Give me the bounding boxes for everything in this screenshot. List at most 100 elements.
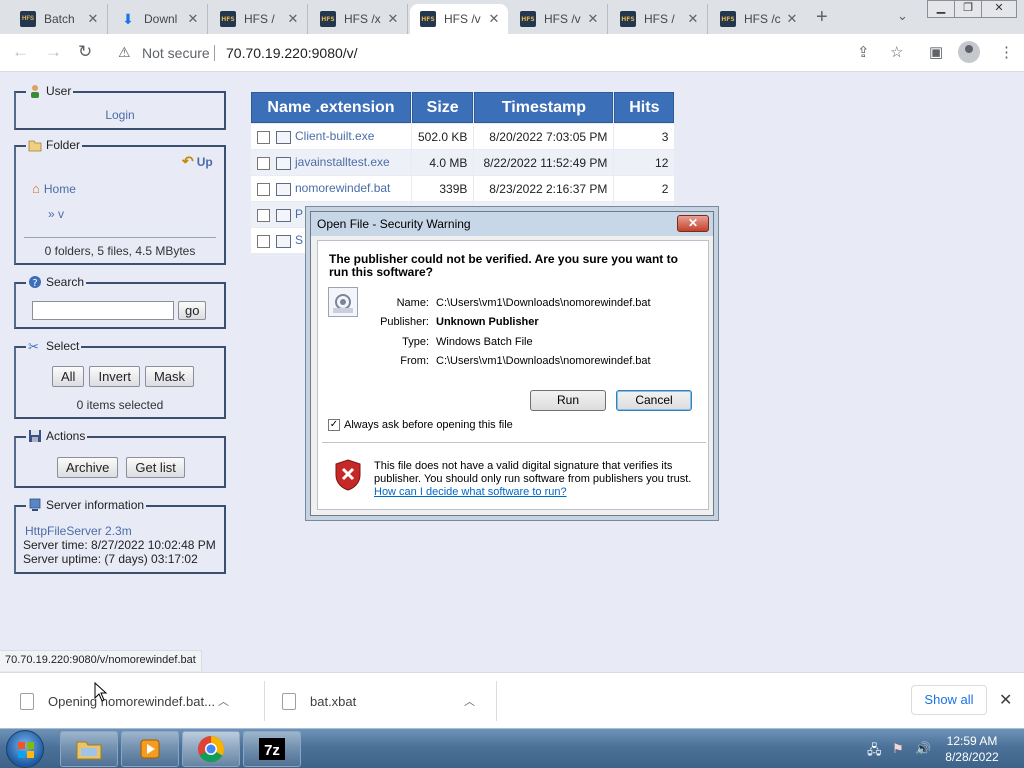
dialog-close-button[interactable]: ✕: [677, 215, 709, 232]
close-icon[interactable]: ✕: [285, 11, 301, 27]
file-icon: [20, 692, 34, 710]
column-header-hits[interactable]: Hits: [614, 92, 675, 123]
help-icon: ?: [28, 275, 42, 289]
divider: [322, 442, 706, 443]
show-all-button[interactable]: Show all: [911, 685, 987, 715]
close-icon[interactable]: ✕: [784, 11, 800, 27]
folder-panel: Folder ↶ Up ⌂ Home » v 0 folders, 5 file…: [14, 138, 226, 265]
archive-button[interactable]: Archive: [57, 457, 119, 478]
close-icon[interactable]: ✕: [85, 11, 101, 27]
row-checkbox[interactable]: [257, 156, 270, 170]
forward-icon[interactable]: →: [45, 42, 62, 62]
table-row: Client-built.exe 502.0 KB 8/20/2022 7:03…: [251, 124, 675, 149]
network-icon[interactable]: 🖧: [867, 741, 882, 763]
file-link[interactable]: javainstalltest.exe: [295, 155, 390, 169]
tab-hfs-1[interactable]: HFS HFS / ✕: [210, 4, 308, 34]
field-key: From:: [400, 355, 429, 367]
security-label[interactable]: Not secure: [142, 45, 210, 61]
file-icon: [282, 692, 296, 710]
row-checkbox[interactable]: [257, 234, 270, 248]
reload-icon[interactable]: ↻: [78, 42, 92, 62]
action-center-flag-icon[interactable]: ⚑: [892, 741, 904, 757]
tab-label: HFS /v: [444, 12, 481, 26]
share-icon[interactable]: ⇪: [857, 43, 870, 61]
download-item-opening[interactable]: Opening nomorewindef.bat... ︿: [20, 681, 229, 721]
row-checkbox[interactable]: [257, 182, 270, 196]
menu-kebab-icon[interactable]: ⋮: [999, 43, 1014, 61]
search-legend-label: Search: [46, 275, 85, 289]
taskbar-explorer[interactable]: [60, 731, 118, 767]
tab-hfs-5[interactable]: HFS HFS /c ✕: [710, 4, 806, 34]
close-icon[interactable]: ✕: [185, 11, 201, 27]
address-bar[interactable]: ⚠ Not secure 70.70.19.220:9080/v/: [108, 39, 914, 67]
select-buttons: All Invert Mask: [52, 366, 195, 387]
taskbar-clock[interactable]: 12:59 AM 8/28/2022: [944, 733, 1000, 765]
close-icon[interactable]: ✕: [685, 11, 701, 27]
tab-label: HFS /: [644, 12, 675, 26]
row-checkbox[interactable]: [257, 208, 270, 222]
profile-avatar-icon[interactable]: [958, 41, 980, 63]
start-button[interactable]: [6, 730, 44, 768]
taskbar-media-player[interactable]: [121, 731, 179, 767]
file-size-cell: 339B: [412, 176, 474, 201]
invert-button[interactable]: Invert: [89, 366, 140, 387]
url-text[interactable]: 70.70.19.220:9080/v/: [226, 45, 358, 61]
file-link[interactable]: P: [295, 207, 303, 221]
window-close-button[interactable]: ✕: [981, 0, 1017, 18]
file-link[interactable]: S: [295, 233, 303, 247]
run-button[interactable]: Run: [530, 390, 606, 411]
back-icon[interactable]: ←: [12, 42, 29, 62]
search-input[interactable]: [32, 301, 174, 320]
cancel-button[interactable]: Cancel: [616, 390, 692, 411]
select-all-button[interactable]: All: [52, 366, 85, 387]
new-tab-icon[interactable]: +: [816, 6, 828, 29]
tab-downloads[interactable]: ⬇ Downl ✕: [110, 4, 208, 34]
file-link[interactable]: nomorewindef.bat: [295, 181, 390, 195]
tab-hfs-active[interactable]: HFS HFS /v ✕: [410, 4, 508, 34]
login-link[interactable]: Login: [16, 108, 224, 122]
hfs-version-link[interactable]: HttpFileServer 2.3m: [25, 524, 132, 538]
close-icon[interactable]: ✕: [585, 11, 601, 27]
taskbar-7zip[interactable]: 7z: [243, 731, 301, 767]
taskbar-chrome[interactable]: [182, 731, 240, 767]
tab-hfs-3[interactable]: HFS HFS /v ✕: [510, 4, 608, 34]
tab-label: HFS /x: [344, 12, 381, 26]
column-header-timestamp[interactable]: Timestamp: [474, 92, 614, 123]
download-name: Opening nomorewindef.bat...: [48, 693, 215, 709]
mask-button[interactable]: Mask: [144, 366, 195, 387]
get-list-button[interactable]: Get list: [126, 457, 185, 478]
tab-search-chevron-icon[interactable]: ⌄: [897, 8, 908, 24]
file-icon: [276, 208, 291, 222]
tab-batch[interactable]: HFS Batch ✕: [10, 4, 108, 34]
tab-hfs-2[interactable]: HFS HFS /x ✕: [310, 4, 408, 34]
column-header-size[interactable]: Size: [412, 92, 474, 123]
up-link[interactable]: ↶ Up: [182, 153, 213, 170]
checkmark-icon[interactable]: ✓: [328, 419, 340, 431]
download-item-bat[interactable]: bat.xbat ︿: [282, 681, 475, 721]
tab-label: Downl: [144, 12, 178, 26]
help-link[interactable]: How can I decide what software to run?: [374, 486, 567, 498]
close-shelf-icon[interactable]: ✕: [999, 690, 1012, 710]
tab-hfs-4[interactable]: HFS HFS / ✕: [610, 4, 708, 34]
svg-text:7z: 7z: [264, 742, 280, 759]
side-panel-icon[interactable]: ▣: [929, 43, 943, 61]
column-header-name[interactable]: Name .extension: [251, 92, 411, 123]
home-link[interactable]: ⌂ Home: [32, 181, 76, 196]
up-arrow-icon: ↶: [182, 153, 194, 169]
restore-button[interactable]: ❐: [954, 0, 982, 18]
volume-icon[interactable]: 🔊: [915, 741, 931, 757]
go-button[interactable]: go: [178, 301, 207, 320]
close-icon[interactable]: ✕: [385, 11, 401, 27]
current-folder-link[interactable]: » v: [48, 207, 64, 221]
file-link[interactable]: Client-built.exe: [295, 129, 374, 143]
always-ask-checkbox[interactable]: ✓ Always ask before opening this file: [328, 419, 513, 431]
hfs-icon: HFS: [320, 11, 336, 27]
warning-icon[interactable]: ⚠: [118, 44, 131, 61]
chevron-up-icon[interactable]: ︿: [218, 693, 229, 709]
save-disk-icon: [28, 429, 42, 443]
row-checkbox[interactable]: [257, 130, 270, 144]
close-icon[interactable]: ✕: [486, 11, 502, 27]
bookmark-star-icon[interactable]: ☆: [890, 43, 903, 61]
chevron-up-icon[interactable]: ︿: [464, 693, 475, 709]
minimize-button[interactable]: ▁: [927, 0, 955, 18]
